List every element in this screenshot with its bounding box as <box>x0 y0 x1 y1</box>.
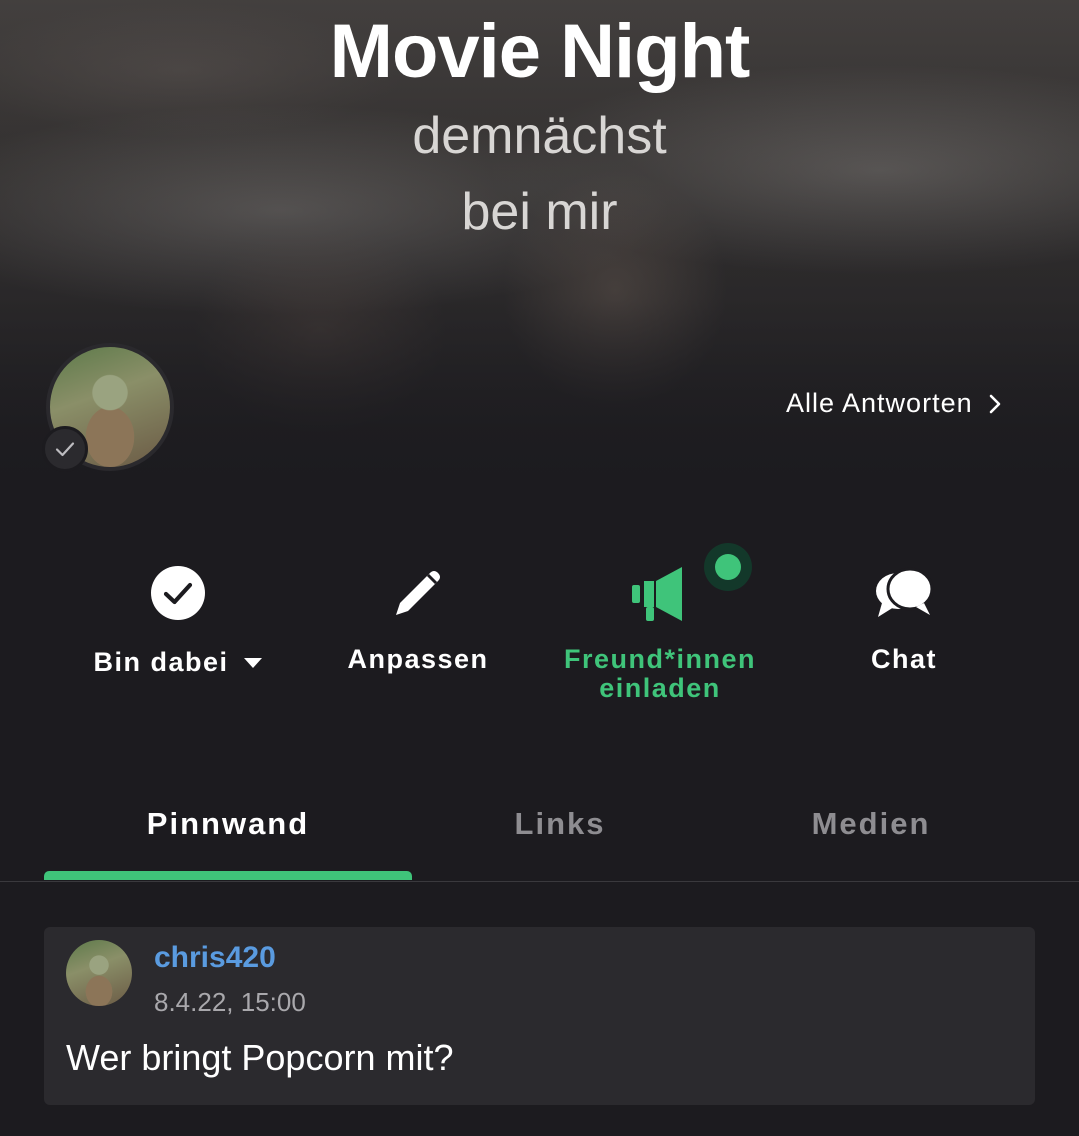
check-icon <box>42 426 88 472</box>
chevron-right-icon <box>989 394 1000 413</box>
event-location: bei mir <box>461 183 618 241</box>
invite-label-line1: Freund*innen <box>564 644 756 674</box>
chat-bubbles-icon <box>804 555 1004 630</box>
chat-label: Chat <box>871 644 937 674</box>
attend-button[interactable]: Bin dabei <box>78 555 278 677</box>
tab-pinnwand[interactable]: Pinnwand <box>44 806 412 842</box>
tab-bar: Pinnwand Links Medien <box>0 800 1079 882</box>
host-avatar-container[interactable] <box>42 343 174 472</box>
tab-links[interactable]: Links <box>412 806 708 842</box>
event-title: Movie Night <box>329 9 751 94</box>
caret-down-icon <box>243 657 262 668</box>
check-circle-icon <box>78 555 278 630</box>
active-tab-indicator <box>44 871 412 880</box>
attend-label: Bin dabei <box>93 647 229 677</box>
tab-medien[interactable]: Medien <box>708 806 1034 842</box>
event-date: demnächst <box>412 107 667 165</box>
post-text: Wer bringt Popcorn mit? <box>66 1037 454 1078</box>
pencil-icon <box>318 555 518 630</box>
chat-button[interactable]: Chat <box>804 555 1004 674</box>
notification-dot <box>704 543 752 591</box>
post-timestamp: 8.4.22, 15:00 <box>154 987 306 1017</box>
post-author-name[interactable]: chris420 <box>154 941 276 975</box>
post-card[interactable]: chris420 8.4.22, 15:00 Wer bringt Popcor… <box>44 927 1035 1105</box>
post-author-avatar[interactable] <box>66 940 132 1006</box>
action-bar: Bin dabei Anpassen Freund*innen einladen… <box>0 555 1079 725</box>
invite-label-line2: einladen <box>599 673 721 703</box>
all-answers-label: Alle Antworten <box>786 388 973 418</box>
edit-button[interactable]: Anpassen <box>318 555 518 674</box>
edit-label: Anpassen <box>347 644 489 674</box>
all-answers-link[interactable]: Alle Antworten <box>786 388 1003 419</box>
